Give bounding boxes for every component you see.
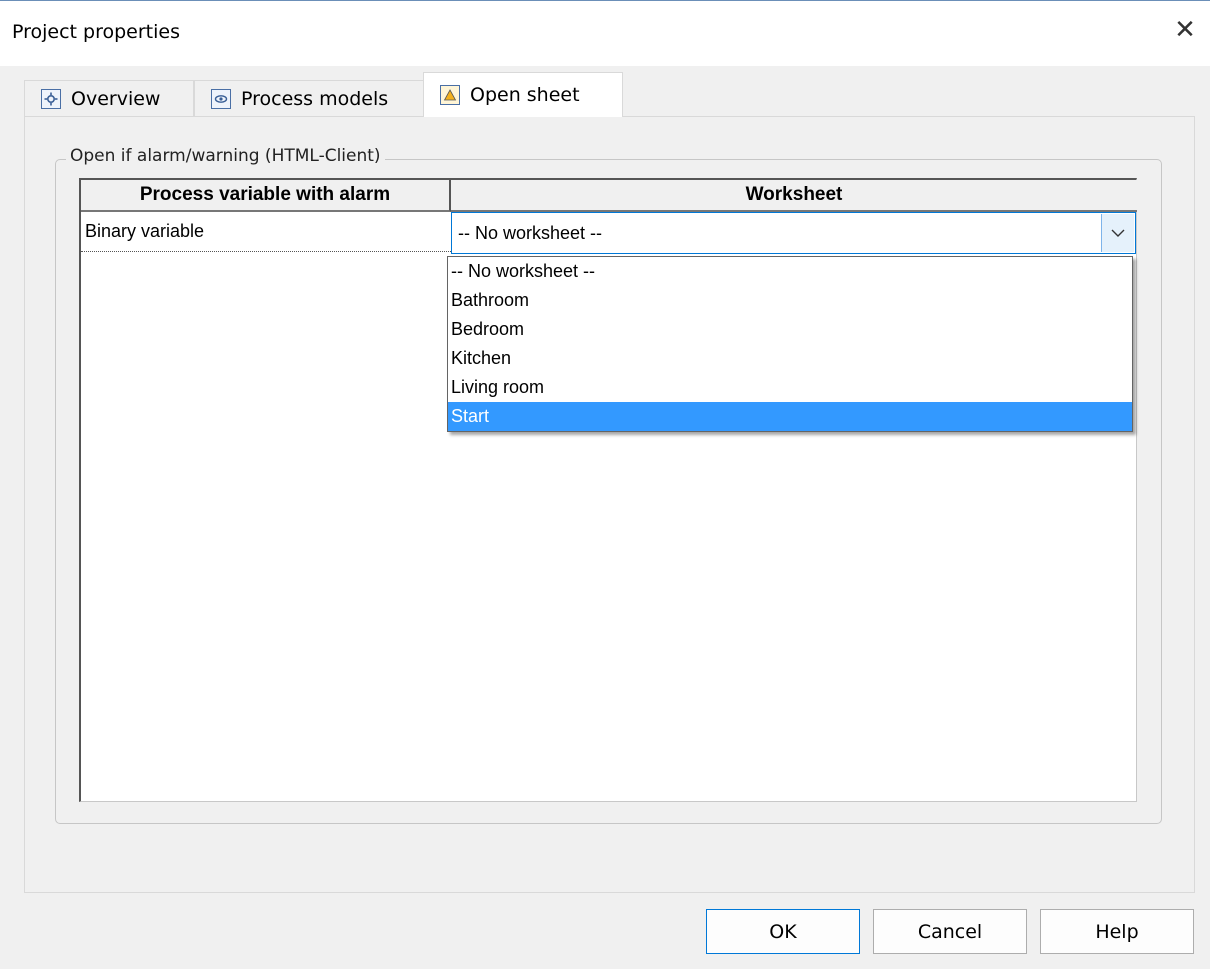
tab-strip: Overview Process models Open sheet: [24, 72, 1194, 117]
dialog-title: Project properties: [12, 21, 181, 43]
dropdown-option[interactable]: Bedroom: [448, 315, 1132, 344]
tab-open-sheet[interactable]: Open sheet: [423, 72, 623, 117]
ok-button[interactable]: OK: [706, 909, 860, 954]
dropdown-option[interactable]: Kitchen: [448, 344, 1132, 373]
close-button[interactable]: ✕: [1170, 15, 1200, 45]
group-label: Open if alarm/warning (HTML-Client): [66, 146, 385, 166]
dropdown-option[interactable]: -- No worksheet --: [448, 257, 1132, 286]
header-worksheet[interactable]: Worksheet: [451, 180, 1137, 212]
help-button[interactable]: Help: [1040, 909, 1194, 954]
title-bar: Project properties ✕: [0, 0, 1210, 66]
tab-process-models[interactable]: Process models: [194, 80, 424, 116]
cancel-button[interactable]: Cancel: [873, 909, 1027, 954]
tab-overview[interactable]: Overview: [24, 80, 194, 116]
worksheet-select[interactable]: -- No worksheet --: [451, 212, 1136, 254]
dropdown-option[interactable]: Bathroom: [448, 286, 1132, 315]
triangle-sheet-icon: [440, 85, 460, 105]
tab-open-sheet-label: Open sheet: [470, 84, 580, 106]
tab-overview-label: Overview: [71, 87, 161, 110]
worksheet-dropdown-list: -- No worksheet -- Bathroom Bedroom Kitc…: [447, 256, 1133, 432]
dropdown-option-selected[interactable]: Start: [448, 402, 1132, 431]
table-row-variable[interactable]: Binary variable: [81, 212, 451, 252]
tab-panel: Open if alarm/warning (HTML-Client) Proc…: [24, 116, 1195, 893]
dropdown-option[interactable]: Living room: [448, 373, 1132, 402]
tab-process-models-label: Process models: [241, 87, 389, 110]
chevron-down-icon[interactable]: [1101, 214, 1134, 252]
worksheet-select-value: -- No worksheet --: [458, 222, 603, 243]
eye-icon: [211, 88, 231, 109]
gear-icon: [41, 88, 61, 109]
header-process-variable[interactable]: Process variable with alarm: [81, 180, 451, 212]
